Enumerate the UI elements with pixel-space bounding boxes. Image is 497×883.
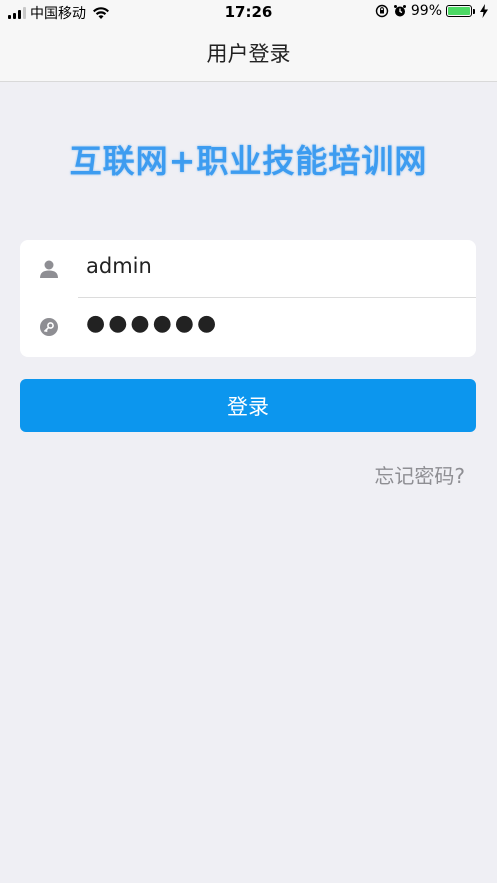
username-field[interactable]: admin	[20, 240, 476, 298]
battery-level	[448, 7, 470, 15]
charging-bolt-icon	[480, 4, 488, 18]
user-icon	[40, 260, 58, 278]
password-value[interactable]: ●●●●●●	[86, 311, 219, 336]
key-icon	[40, 318, 58, 336]
login-form: admin ●●●●●●	[20, 240, 476, 357]
battery-tip	[473, 8, 475, 14]
nav-bar: 用户登录	[0, 24, 497, 82]
rotation-lock-icon	[375, 4, 389, 18]
login-button[interactable]: 登录	[20, 379, 476, 432]
status-bar: 中国移动 17:26 99%	[0, 0, 497, 24]
password-field[interactable]: ●●●●●●	[20, 298, 476, 356]
page-title: 用户登录	[206, 42, 291, 66]
forgot-password-link[interactable]: 忘记密码?	[374, 460, 465, 489]
battery-icon	[446, 5, 472, 17]
battery-percent: 99%	[410, 3, 442, 19]
username-value[interactable]: admin	[86, 254, 152, 278]
status-right: 99%	[375, 3, 489, 19]
brand-logo-text: 互联网+职业技能培训网	[69, 142, 428, 180]
alarm-icon	[393, 5, 406, 17]
